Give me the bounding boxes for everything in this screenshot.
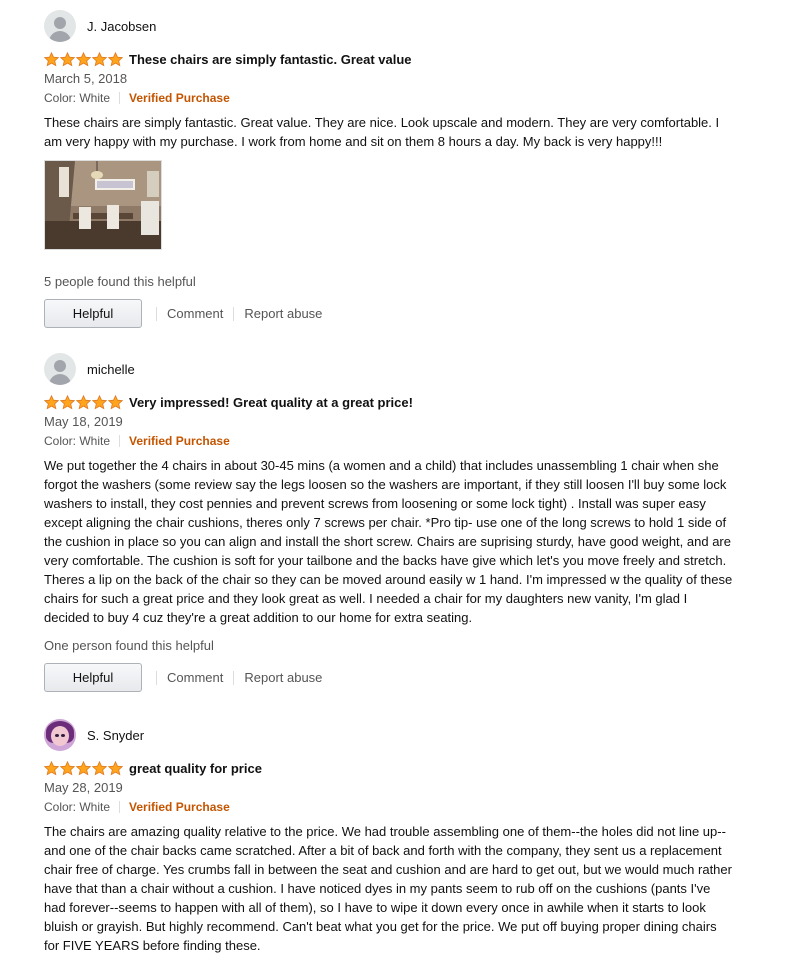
- star-icon: [76, 395, 91, 410]
- reviewer-profile[interactable]: J. Jacobsen: [44, 10, 744, 42]
- report-abuse-link[interactable]: Report abuse: [244, 670, 322, 685]
- reviewer-name[interactable]: michelle: [87, 362, 135, 377]
- star-icon: [76, 761, 91, 776]
- divider: [119, 801, 121, 813]
- helpful-count: 5 people found this helpful: [44, 274, 196, 289]
- star-rating[interactable]: [44, 395, 123, 410]
- reviewer-profile[interactable]: S. Snyder: [44, 719, 744, 751]
- reviewer-name[interactable]: J. Jacobsen: [87, 19, 156, 34]
- verified-purchase-badge[interactable]: Verified Purchase: [129, 798, 230, 816]
- product-variant[interactable]: Color: White: [44, 89, 110, 107]
- profile-photo-avatar: [44, 719, 76, 751]
- divider: [119, 92, 121, 104]
- star-rating[interactable]: [44, 52, 123, 67]
- verified-purchase-badge[interactable]: Verified Purchase: [129, 432, 230, 450]
- helpful-count: One person found this helpful: [44, 638, 214, 653]
- helpful-button[interactable]: Helpful: [44, 299, 142, 328]
- review-date: May 18, 2019: [44, 414, 123, 429]
- report-abuse-link[interactable]: Report abuse: [244, 306, 322, 321]
- star-icon: [44, 395, 59, 410]
- default-avatar-icon: [44, 10, 76, 42]
- divider: [119, 435, 121, 447]
- star-icon: [44, 52, 59, 67]
- product-variant[interactable]: Color: White: [44, 432, 110, 450]
- reviewer-profile[interactable]: michelle: [44, 353, 744, 385]
- star-icon: [60, 52, 75, 67]
- reviewer-name[interactable]: S. Snyder: [87, 728, 144, 743]
- review-photo[interactable]: [44, 160, 162, 250]
- star-icon: [108, 52, 123, 67]
- review-1: J. Jacobsen These chairs are simply fant…: [44, 10, 744, 328]
- helpful-button[interactable]: Helpful: [44, 663, 142, 692]
- divider: [233, 670, 235, 685]
- review-body: The chairs are amazing quality relative …: [44, 824, 732, 953]
- review-title[interactable]: These chairs are simply fantastic. Great…: [129, 52, 412, 67]
- review-title[interactable]: Very impressed! Great quality at a great…: [129, 395, 413, 410]
- star-icon: [92, 52, 107, 67]
- default-avatar-icon: [44, 353, 76, 385]
- star-icon: [108, 761, 123, 776]
- product-variant[interactable]: Color: White: [44, 798, 110, 816]
- star-icon: [108, 395, 123, 410]
- divider: [156, 306, 157, 321]
- review-title[interactable]: great quality for price: [129, 761, 262, 776]
- review-2: michelle Very impressed! Great quality a…: [44, 353, 744, 692]
- review-body: We put together the 4 chairs in about 30…: [44, 458, 733, 625]
- star-icon: [92, 761, 107, 776]
- review-date: May 28, 2019: [44, 780, 123, 795]
- review-3: S. Snyder great quality for price May 28…: [44, 719, 744, 955]
- star-icon: [76, 52, 91, 67]
- star-icon: [92, 395, 107, 410]
- comment-link[interactable]: Comment: [167, 670, 223, 685]
- star-rating[interactable]: [44, 761, 123, 776]
- review-date: March 5, 2018: [44, 71, 128, 86]
- verified-purchase-badge[interactable]: Verified Purchase: [129, 89, 230, 107]
- divider: [233, 306, 235, 321]
- star-icon: [60, 761, 75, 776]
- star-icon: [60, 395, 75, 410]
- star-icon: [44, 761, 59, 776]
- divider: [156, 670, 157, 685]
- review-body: These chairs are simply fantastic. Great…: [44, 115, 720, 149]
- comment-link[interactable]: Comment: [167, 306, 223, 321]
